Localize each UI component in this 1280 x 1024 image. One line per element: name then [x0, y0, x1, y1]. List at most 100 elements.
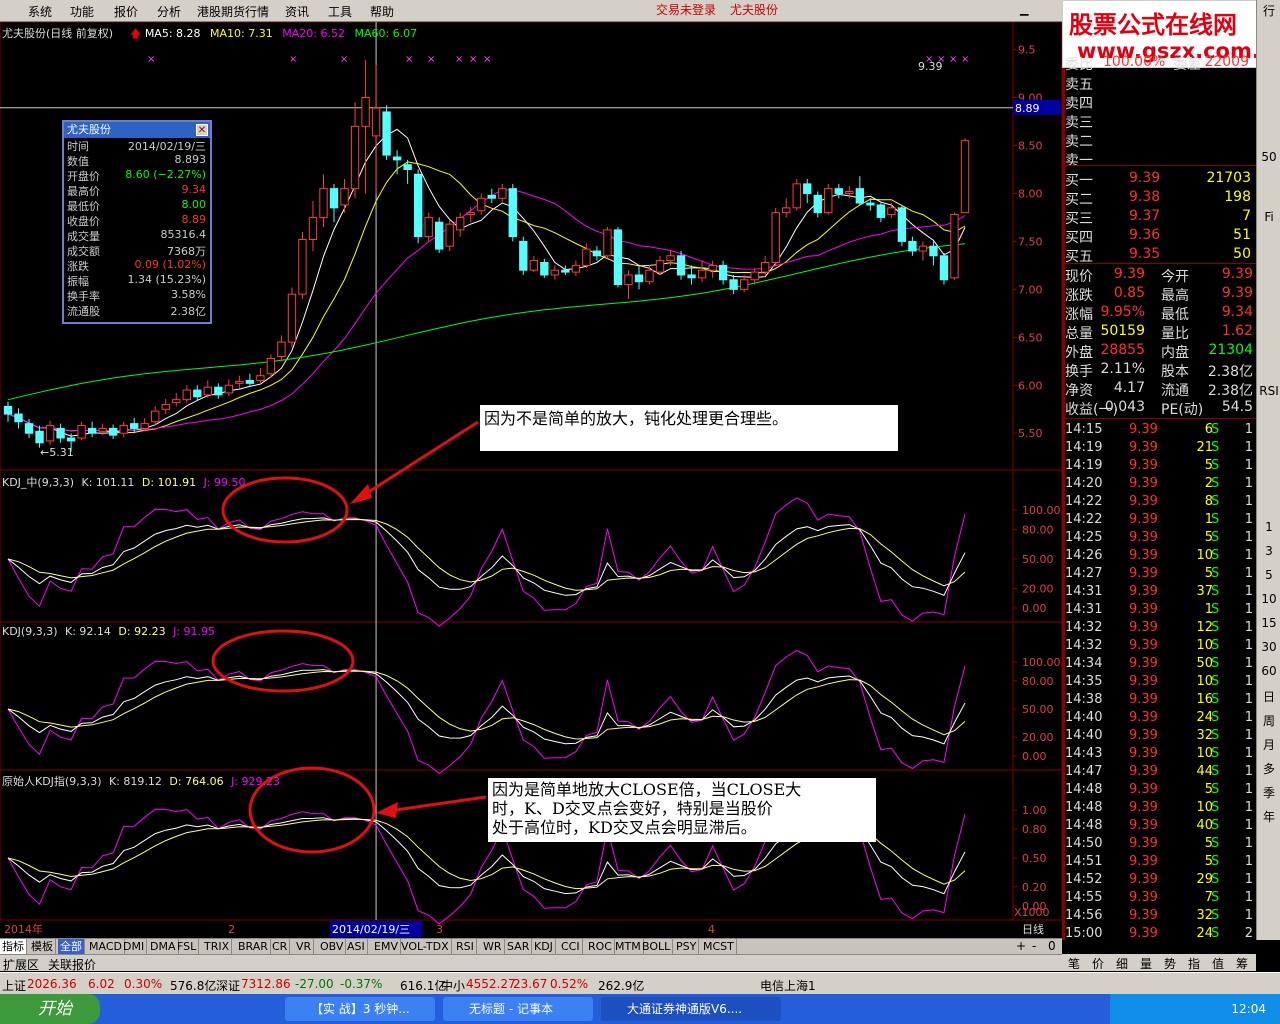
toolbar-button[interactable]: 50 — [1259, 150, 1279, 168]
menu-hk-futures[interactable]: 港股期货行情 — [197, 3, 269, 20]
tick-row[interactable]: 14:19 9.39 5 S 1 — [1063, 458, 1257, 476]
tick-row[interactable]: 15:00 9.39 24 S 2 — [1063, 926, 1257, 944]
toolbar-button[interactable]: 1 — [1259, 520, 1279, 538]
menu-news[interactable]: 资讯 — [285, 3, 309, 20]
tick-row[interactable]: 14:15 9.39 6 S 1 — [1063, 422, 1257, 440]
tick-row[interactable]: 14:32 9.39 10 S 1 — [1063, 638, 1257, 656]
right-tab[interactable]: 笔 — [1068, 955, 1080, 972]
right-tab[interactable]: 指 — [1188, 955, 1200, 972]
menu-quote[interactable]: 报价 — [114, 3, 138, 20]
right-tab[interactable]: 值 — [1212, 955, 1224, 972]
indicator-tab[interactable]: CR — [270, 939, 291, 955]
tick-row[interactable]: 14:31 9.39 37 S 1 — [1063, 584, 1257, 602]
task-item-1[interactable]: 【实 战】3 秒钟... — [285, 997, 435, 1021]
indicator-tab[interactable]: VOL-TDX — [399, 939, 452, 955]
menu-function[interactable]: 功能 — [70, 3, 94, 20]
indicator-tab[interactable]: ASI — [345, 939, 368, 955]
task-item-3[interactable]: 大通证券神通版V6.... — [601, 997, 781, 1021]
tick-row[interactable]: 14:40 9.39 24 S 1 — [1063, 710, 1257, 728]
tick-row[interactable]: 14:35 9.39 10 S 1 — [1063, 674, 1257, 692]
data-info-window[interactable]: 尤夫股份 ✕ 时间 2014/02/19/三 数值 8.893 开盘价 8.60 (−2.… — [62, 120, 212, 324]
tab-expand-area[interactable]: 扩展区 — [3, 956, 39, 973]
toolbar-button[interactable]: 多 — [1259, 760, 1279, 778]
menu-system[interactable]: 系统 — [28, 3, 52, 20]
indicator-tab[interactable]: OBV — [318, 939, 347, 955]
toolbar-button[interactable]: RSI — [1259, 384, 1279, 402]
tick-row[interactable]: 14:38 9.39 16 S 1 — [1063, 692, 1257, 710]
right-tab[interactable]: 量 — [1140, 955, 1152, 972]
indicator-tab[interactable]: 模板 — [29, 939, 56, 955]
tick-row[interactable]: 14:32 9.39 12 S 1 — [1063, 620, 1257, 638]
tick-row[interactable]: 14:56 9.39 32 S 1 — [1063, 908, 1257, 926]
tick-row[interactable]: 14:31 9.39 1 S 1 — [1063, 602, 1257, 620]
task-item-2[interactable]: 无标题 - 记事本 — [443, 997, 593, 1021]
indicator-tab[interactable]: WR — [481, 939, 505, 955]
indicator-tab[interactable]: KDJ — [532, 939, 556, 955]
tick-row[interactable]: 14:34 9.39 50 S 1 — [1063, 656, 1257, 674]
indicator-tab[interactable]: 指标 — [0, 939, 27, 955]
indicator-tab[interactable]: 全部 — [58, 939, 85, 955]
indicator-tab[interactable]: CCI — [559, 939, 583, 955]
indicator-tab[interactable]: SAR — [505, 939, 533, 955]
menu-analysis[interactable]: 分析 — [157, 3, 181, 20]
tick-row[interactable]: 14:52 9.39 29 S 1 — [1063, 872, 1257, 890]
zoom-control[interactable]: - — [1032, 939, 1036, 953]
right-tab[interactable]: 筹 — [1236, 955, 1248, 972]
login-status[interactable]: 交易未登录 — [656, 1, 716, 18]
toolbar-button[interactable]: 行 — [1259, 2, 1279, 20]
indicator-tab[interactable]: EMV — [372, 939, 401, 955]
indicator-tab[interactable]: MACD — [87, 939, 125, 955]
tick-row[interactable]: 14:22 9.39 8 S 1 — [1063, 494, 1257, 512]
tick-row[interactable]: 14:48 9.39 5 S 1 — [1063, 782, 1257, 800]
toolbar-button[interactable]: 60 — [1259, 664, 1279, 682]
toolbar-button[interactable]: 5 — [1259, 568, 1279, 586]
right-tab[interactable]: 价 — [1092, 955, 1104, 972]
chart-area[interactable]: 9.5 9.00 8.50 8.00 7.50 7.00 6.50 6.00 5.50 8.89 9… — [0, 22, 1062, 940]
toolbar-button[interactable]: 年 — [1259, 808, 1279, 826]
toolbar-button[interactable]: 3 — [1259, 544, 1279, 562]
right-tab[interactable]: 细 — [1116, 955, 1128, 972]
indicator-tab[interactable]: DMA — [148, 939, 179, 955]
zoom-control[interactable]: + — [1016, 939, 1026, 953]
zoom-control[interactable]: 0 — [1048, 939, 1056, 953]
tick-row[interactable]: 14:25 9.39 5 S 1 — [1063, 530, 1257, 548]
toolbar-button[interactable]: 周 — [1259, 712, 1279, 730]
tick-row[interactable]: 14:55 9.39 7 S 1 — [1063, 890, 1257, 908]
right-tab[interactable]: 势 — [1164, 955, 1176, 972]
tick-row[interactable]: 14:43 9.39 10 S 1 — [1063, 746, 1257, 764]
indicator-tab[interactable]: ROC — [586, 939, 615, 955]
toolbar-button[interactable]: 月 — [1259, 736, 1279, 754]
indicator-tab[interactable]: VR — [294, 939, 315, 955]
tick-row[interactable]: 14:48 9.39 10 S 1 — [1063, 800, 1257, 818]
tick-row[interactable]: 14:47 9.39 44 S 1 — [1063, 764, 1257, 782]
indicator-tab[interactable]: BRAR — [236, 939, 271, 955]
toolbar-button[interactable]: 季 — [1259, 784, 1279, 802]
tick-row[interactable]: 14:20 9.39 2 S 1 — [1063, 476, 1257, 494]
indicator-tab[interactable]: DMI — [121, 939, 148, 955]
tick-row[interactable]: 14:26 9.39 10 S 1 — [1063, 548, 1257, 566]
tick-row[interactable]: 14:19 9.39 21 S 1 — [1063, 440, 1257, 458]
indicator-tab[interactable]: BOLL — [640, 939, 674, 955]
toolbar-button[interactable]: 30 — [1259, 640, 1279, 658]
tick-row[interactable]: 14:50 9.39 5 S 1 — [1063, 836, 1257, 854]
toolbar-button[interactable]: 日 — [1259, 688, 1279, 706]
indicator-tab[interactable]: FSL — [175, 939, 200, 955]
indicator-tab[interactable]: MCST — [701, 939, 737, 955]
menu-tools[interactable]: 工具 — [328, 3, 352, 20]
tick-row[interactable]: 14:48 9.39 40 S 1 — [1063, 818, 1257, 836]
minimize-icon[interactable]: ▁ — [1020, 3, 1032, 17]
indicator-tab[interactable]: PSY — [674, 939, 700, 955]
tick-row[interactable]: 14:40 9.39 32 S 1 — [1063, 728, 1257, 746]
tick-row[interactable]: 14:22 9.39 1 S 1 — [1063, 512, 1257, 530]
tick-row[interactable]: 14:51 9.39 5 S 1 — [1063, 854, 1257, 872]
close-icon[interactable]: ✕ — [196, 124, 208, 136]
indicator-tab[interactable]: RSI — [454, 939, 477, 955]
toolbar-button[interactable]: 15 — [1259, 616, 1279, 634]
indicator-tab[interactable]: TRIX — [202, 939, 233, 955]
toolbar-button[interactable]: 10 — [1259, 592, 1279, 610]
tick-row[interactable]: 14:27 9.39 5 S 1 — [1063, 566, 1257, 584]
tab-related-quote[interactable]: 关联报价 — [48, 956, 96, 973]
menu-help[interactable]: 帮助 — [370, 3, 394, 20]
toolbar-button[interactable]: Fi — [1259, 210, 1279, 228]
start-button[interactable]: 开始 — [0, 994, 100, 1024]
